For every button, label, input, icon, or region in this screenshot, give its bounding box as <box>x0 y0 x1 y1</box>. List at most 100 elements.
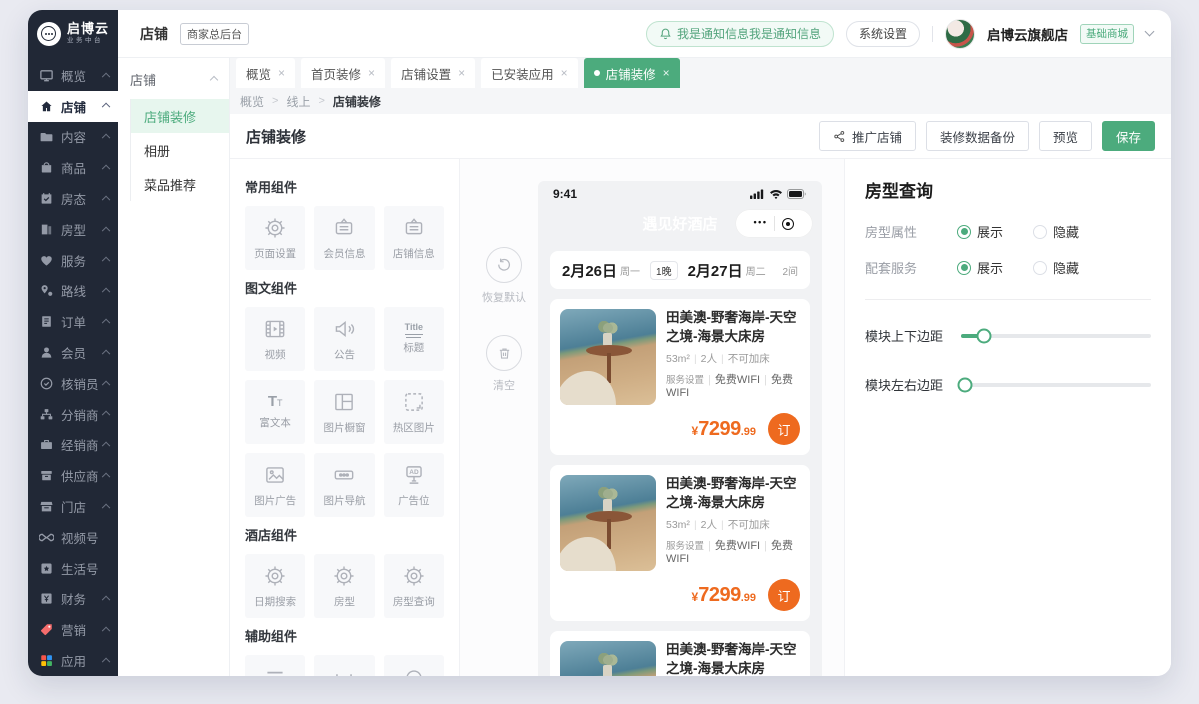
restore-default-button[interactable]: 恢复默认 <box>482 247 526 305</box>
component-room-query[interactable]: 房型查询 <box>384 554 444 618</box>
component-video[interactable]: 视频 <box>245 307 305 371</box>
component-inspector: 房型查询 房型属性 展示 隐藏 配套服务 展示 <box>845 159 1171 676</box>
close-icon[interactable]: × <box>663 66 670 80</box>
sidebar-item-content[interactable]: 内容 <box>28 122 118 153</box>
secondary-sidebar: 店铺 店铺装修 相册 菜品推荐 <box>118 58 230 676</box>
backup-button[interactable]: 装修数据备份 <box>926 121 1029 151</box>
component-hotzone-image[interactable]: 热区图片 <box>384 380 444 444</box>
save-button[interactable]: 保存 <box>1102 121 1155 151</box>
preview-button[interactable]: 预览 <box>1039 121 1092 151</box>
sidebar-item-video-channel[interactable]: 视频号 <box>28 522 118 553</box>
system-settings-button[interactable]: 系统设置 <box>846 21 920 47</box>
sidebar-item-finance[interactable]: 财务 <box>28 584 118 615</box>
component-title[interactable]: Title 标题 <box>384 307 444 371</box>
component-image-ad[interactable]: 图片广告 <box>245 453 305 517</box>
brand-tagline: 业务中台 <box>67 38 109 45</box>
share-icon <box>833 130 846 143</box>
tab-bar: 概览× 首页装修× 店铺设置× 已安装应用× 店铺装修× <box>230 58 1171 88</box>
slider-knob[interactable] <box>958 377 973 392</box>
component-image-window[interactable]: 图片橱窗 <box>314 380 374 444</box>
sidebar-item-service[interactable]: 服务 <box>28 245 118 276</box>
phone-status-bar: 9:41 <box>538 181 822 205</box>
sidebar-item-orders[interactable]: 订单 <box>28 306 118 337</box>
sidebar-item-marketing[interactable]: 营销 <box>28 614 118 645</box>
sidebar-item-distributors[interactable]: 分销商 <box>28 399 118 430</box>
member-icon <box>39 345 54 360</box>
sidebar-item-room-status[interactable]: 房态 <box>28 183 118 214</box>
richtext-icon: TT <box>268 394 283 410</box>
room-card[interactable]: 田美澳-野奢海岸-天空之境-海景大床房 53m²|2人|不可加床 服务设置|免费… <box>550 465 810 621</box>
sidebar-item-dealers[interactable]: 经销商 <box>28 430 118 461</box>
component-richtext[interactable]: TT 富文本 <box>245 380 305 444</box>
image-ad-icon <box>262 462 288 488</box>
component-announcement[interactable]: 公告 <box>314 307 374 371</box>
sidebar-item-shop[interactable]: 店铺 <box>28 91 118 122</box>
sidebar-item-overview[interactable]: 概览 <box>28 60 118 91</box>
tab-shop-decoration[interactable]: 店铺装修× <box>584 58 680 88</box>
sidebar-item-members[interactable]: 会员 <box>28 337 118 368</box>
headset-icon <box>401 664 427 676</box>
component-helper-blank[interactable]: 辅助空白 <box>314 655 374 676</box>
submenu-header[interactable]: 店铺 <box>118 58 229 99</box>
component-customer-service[interactable]: 客服 <box>384 655 444 676</box>
sidebar-item-stores[interactable]: 门店 <box>28 491 118 522</box>
status-time: 9:41 <box>553 187 577 201</box>
radio-hide[interactable]: 隐藏 <box>1033 258 1079 277</box>
tab-installed-apps[interactable]: 已安装应用× <box>481 58 578 88</box>
room-card[interactable]: 田美澳-野奢海岸-天空之境-海景大床房 53m²|2人|不可加床 服务设置|免费… <box>550 631 810 676</box>
radio-show[interactable]: 展示 <box>957 222 1003 241</box>
submenu-item-dish-recommend[interactable]: 菜品推荐 <box>131 167 229 201</box>
chevron-up-icon <box>210 75 218 83</box>
promote-shop-button[interactable]: 推广店铺 <box>819 121 916 151</box>
horizontal-margin-slider[interactable] <box>961 383 1151 387</box>
sidebar-item-verifier[interactable]: 核销员 <box>28 368 118 399</box>
component-member-info[interactable]: 会员信息 <box>314 206 374 270</box>
book-button[interactable]: 订 <box>768 413 800 445</box>
close-icon[interactable]: × <box>278 66 285 80</box>
room-card[interactable]: 田美澳-野奢海岸-天空之境-海景大床房 53m²|2人|不可加床 服务设置|免费… <box>550 299 810 455</box>
megaphone-icon <box>331 316 357 342</box>
sidebar-item-life-account[interactable]: 生活号 <box>28 553 118 584</box>
notification-pill[interactable]: 我是通知信息我是通知信息 <box>646 21 834 47</box>
page-toolbar: 店铺装修 推广店铺 装修数据备份 预览 保存 <box>230 114 1171 159</box>
component-ad-slot[interactable]: AD 广告位 <box>384 453 444 517</box>
component-page-settings[interactable]: 页面设置 <box>245 206 305 270</box>
calendar-check-icon <box>39 191 54 206</box>
verify-icon <box>39 376 54 391</box>
close-icon[interactable]: × <box>368 66 375 80</box>
vertical-margin-slider[interactable] <box>961 334 1151 338</box>
component-shop-info[interactable]: 店铺信息 <box>384 206 444 270</box>
slider-knob[interactable] <box>976 328 991 343</box>
current-module-label: 店铺 <box>140 24 168 44</box>
avatar[interactable] <box>945 19 975 49</box>
submenu-item-album[interactable]: 相册 <box>131 133 229 167</box>
section-title: 常用组件 <box>245 177 444 196</box>
wifi-icon <box>769 189 783 199</box>
sidebar-item-apps[interactable]: 应用 <box>28 645 118 676</box>
sidebar-item-room-type[interactable]: 房型 <box>28 214 118 245</box>
window-layout-icon <box>331 389 357 415</box>
clear-button[interactable]: 清空 <box>486 335 522 393</box>
billboard-icon: AD <box>401 462 427 488</box>
sidebar-item-goods[interactable]: 商品 <box>28 152 118 183</box>
date-search-widget[interactable]: 2月26日 周一 1晚 2月27日 周二 2间 <box>550 251 810 289</box>
close-icon[interactable]: × <box>561 66 568 80</box>
tab-shop-settings[interactable]: 店铺设置× <box>391 58 475 88</box>
option-label: 配套服务 <box>865 258 957 277</box>
component-helper-line[interactable]: 辅助线 <box>245 655 305 676</box>
tab-overview[interactable]: 概览× <box>236 58 295 88</box>
book-button[interactable]: 订 <box>768 579 800 611</box>
tab-home-decoration[interactable]: 首页装修× <box>301 58 385 88</box>
option-label: 房型属性 <box>865 222 957 241</box>
radio-hide[interactable]: 隐藏 <box>1033 222 1079 241</box>
chevron-down-icon[interactable] <box>1145 27 1155 37</box>
submenu-item-shop-decoration[interactable]: 店铺装修 <box>131 99 229 133</box>
component-date-search[interactable]: 日期搜索 <box>245 554 305 618</box>
sidebar-item-route[interactable]: 路线 <box>28 276 118 307</box>
component-image-nav[interactable]: 图片导航 <box>314 453 374 517</box>
close-icon[interactable]: × <box>458 66 465 80</box>
gear-icon <box>331 563 357 589</box>
sidebar-item-suppliers[interactable]: 供应商 <box>28 460 118 491</box>
component-room-type[interactable]: 房型 <box>314 554 374 618</box>
radio-show[interactable]: 展示 <box>957 258 1003 277</box>
